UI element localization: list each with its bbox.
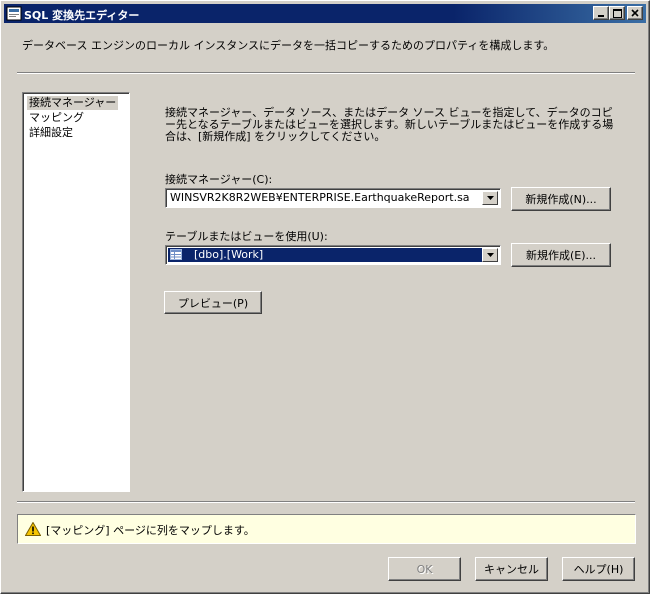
minimize-button[interactable] xyxy=(593,6,609,20)
ok-button[interactable]: OK xyxy=(388,557,461,581)
maximize-icon xyxy=(612,8,622,18)
new-table-button[interactable]: 新規作成(E)... xyxy=(511,243,611,267)
connection-manager-value: WINSVR2K8R2WEB¥ENTERPRISE.EarthquakeRepo… xyxy=(170,191,470,204)
nav-item-label: 接続マネージャー xyxy=(29,96,117,109)
header-divider xyxy=(17,72,635,74)
message-text: [マッピング] ページに列をマップします。 xyxy=(46,524,255,537)
table-view-value-row: [dbo].[Work] xyxy=(168,248,482,262)
table-view-value: [dbo].[Work] xyxy=(194,248,264,261)
maximize-button[interactable] xyxy=(609,6,625,20)
table-view-combo[interactable]: [dbo].[Work] xyxy=(165,245,501,265)
window-title: SQL 変換先エディター xyxy=(24,9,140,22)
warning-icon xyxy=(24,521,42,536)
dialog-window: SQL 変換先エディター データベース エンジンのローカル インスタンスにデータ… xyxy=(0,0,650,594)
page-nav-list[interactable]: 接続マネージャー マッピング 詳細設定 xyxy=(22,92,130,492)
close-button[interactable] xyxy=(627,6,643,20)
connection-manager-combo[interactable]: WINSVR2K8R2WEB¥ENTERPRISE.EarthquakeRepo… xyxy=(165,188,501,208)
nav-item-advanced[interactable]: 詳細設定 xyxy=(27,126,75,140)
chevron-down-icon xyxy=(486,253,494,257)
nav-item-connection-manager[interactable]: 接続マネージャー xyxy=(27,96,119,110)
connection-dropdown-button[interactable] xyxy=(482,191,498,205)
table-dropdown-button[interactable] xyxy=(482,248,498,262)
close-icon xyxy=(631,9,639,17)
minimize-icon xyxy=(598,15,604,17)
nav-item-label: 詳細設定 xyxy=(29,126,73,139)
table-icon xyxy=(170,249,182,260)
footer-divider xyxy=(17,501,635,503)
message-bar: [マッピング] ページに列をマップします。 xyxy=(17,514,636,544)
nav-item-label: マッピング xyxy=(29,111,84,124)
cancel-button[interactable]: キャンセル xyxy=(475,557,548,581)
connection-manager-label: 接続マネージャー(C): xyxy=(165,173,273,186)
help-button[interactable]: ヘルプ(H) xyxy=(562,557,635,581)
new-connection-button[interactable]: 新規作成(N)... xyxy=(511,187,611,211)
preview-button[interactable]: プレビュー(P) xyxy=(164,291,262,314)
nav-item-mapping[interactable]: マッピング xyxy=(27,111,86,125)
chevron-down-icon xyxy=(486,196,494,200)
title-bar[interactable]: SQL 変換先エディター xyxy=(4,4,646,23)
dialog-description: データベース エンジンのローカル インスタンスにデータを一括コピーするためのプロ… xyxy=(22,39,555,52)
instructions-text: 接続マネージャー、データ ソース、またはデータ ソース ビューを指定して、データ… xyxy=(165,106,614,143)
app-icon xyxy=(6,6,22,21)
table-view-label: テーブルまたはビューを使用(U): xyxy=(165,230,328,243)
